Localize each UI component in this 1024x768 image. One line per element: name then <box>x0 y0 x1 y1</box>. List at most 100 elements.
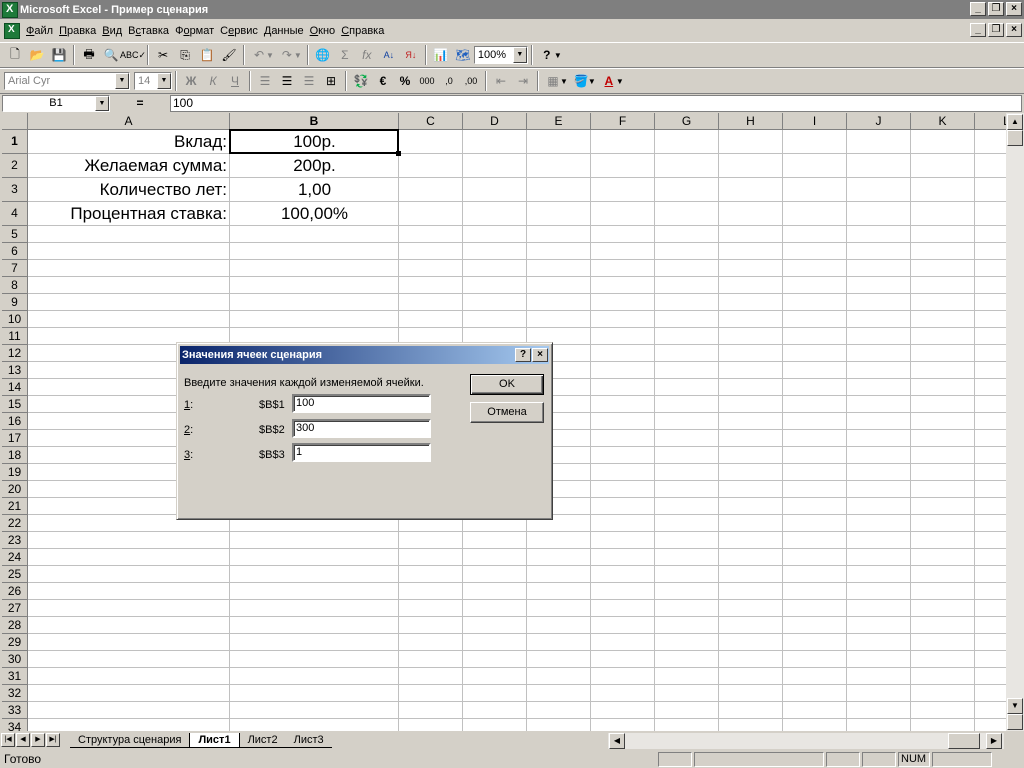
row-header-22[interactable]: 22 <box>2 515 28 532</box>
cell-a4[interactable]: Процентная ставка: <box>28 202 230 226</box>
thousands-icon[interactable]: 000 <box>416 70 438 92</box>
preview-icon[interactable]: 🔍 <box>100 44 122 66</box>
row-header-27[interactable]: 27 <box>2 600 28 617</box>
column-header-e[interactable]: E <box>527 113 591 130</box>
field-3-input[interactable]: 1 <box>292 443 431 462</box>
open-icon[interactable]: 📂 <box>26 44 48 66</box>
sort-desc-icon[interactable]: Я↓ <box>400 44 422 66</box>
cut-icon[interactable]: ✂ <box>152 44 174 66</box>
row-header-4[interactable]: 4 <box>2 202 28 226</box>
prev-sheet-icon[interactable]: ◀ <box>16 733 30 747</box>
paste-icon[interactable]: 📋 <box>196 44 218 66</box>
doc-restore-button[interactable]: ❐ <box>988 23 1004 37</box>
row-header-11[interactable]: 11 <box>2 328 28 345</box>
row-header-10[interactable]: 10 <box>2 311 28 328</box>
row-header-28[interactable]: 28 <box>2 617 28 634</box>
function-icon[interactable]: fx <box>356 44 378 66</box>
align-center-icon[interactable]: ☰ <box>276 70 298 92</box>
row-header-31[interactable]: 31 <box>2 668 28 685</box>
row-header-29[interactable]: 29 <box>2 634 28 651</box>
row-header-12[interactable]: 12 <box>2 345 28 362</box>
column-header-c[interactable]: C <box>399 113 463 130</box>
sort-asc-icon[interactable]: A↓ <box>378 44 400 66</box>
row-header-25[interactable]: 25 <box>2 566 28 583</box>
menu-file[interactable]: Файл <box>26 25 59 37</box>
row-header-34[interactable]: 34 <box>2 719 28 731</box>
map-icon[interactable]: 🗺 <box>452 44 474 66</box>
spell-icon[interactable]: ABC✓ <box>120 44 146 66</box>
tab-sheet3[interactable]: Лист3 <box>285 733 332 748</box>
field-2-input[interactable]: 300 <box>292 419 431 438</box>
row-header-8[interactable]: 8 <box>2 277 28 294</box>
cell-b4[interactable]: 100,00% <box>230 202 399 226</box>
hscroll-thumb[interactable] <box>948 733 980 749</box>
row-header-9[interactable]: 9 <box>2 294 28 311</box>
close-button[interactable]: × <box>1006 2 1022 16</box>
row-header-14[interactable]: 14 <box>2 379 28 396</box>
help-button[interactable]: ? <box>515 348 531 362</box>
row-header-17[interactable]: 17 <box>2 430 28 447</box>
split-handle[interactable] <box>1007 714 1023 730</box>
scroll-left-icon[interactable]: ◀ <box>609 733 625 749</box>
row-header-5[interactable]: 5 <box>2 226 28 243</box>
chevron-down-icon[interactable]: ▼ <box>512 47 527 63</box>
tab-sheet2[interactable]: Лист2 <box>239 733 286 748</box>
decrease-indent-icon[interactable]: ⇤ <box>490 70 512 92</box>
align-right-icon[interactable]: ☰ <box>298 70 320 92</box>
menu-edit[interactable]: Правка <box>59 25 102 37</box>
name-box[interactable]: B1 ▼ <box>2 94 110 112</box>
increase-indent-icon[interactable]: ⇥ <box>512 70 534 92</box>
column-header-g[interactable]: G <box>655 113 719 130</box>
next-sheet-icon[interactable]: ▶ <box>31 733 45 747</box>
column-header-f[interactable]: F <box>591 113 655 130</box>
scroll-up-icon[interactable]: ▲ <box>1007 114 1023 130</box>
increase-decimal-icon[interactable]: ,0 <box>438 70 460 92</box>
hyperlink-icon[interactable]: 🌐 <box>312 44 334 66</box>
euro-icon[interactable]: € <box>372 70 394 92</box>
ok-button[interactable]: OK <box>470 374 544 395</box>
scroll-right-icon[interactable]: ▶ <box>986 733 1002 749</box>
row-header-18[interactable]: 18 <box>2 447 28 464</box>
close-icon[interactable]: × <box>532 348 548 362</box>
cell-b2[interactable]: 200р. <box>230 154 399 178</box>
cell-b3[interactable]: 1,00 <box>230 178 399 202</box>
zoom-select[interactable]: 100% ▼ <box>473 46 528 64</box>
column-header-j[interactable]: J <box>847 113 911 130</box>
row-header-32[interactable]: 32 <box>2 685 28 702</box>
cell-a2[interactable]: Желаемая сумма: <box>28 154 230 178</box>
bold-icon[interactable]: Ж <box>180 70 202 92</box>
row-header-15[interactable]: 15 <box>2 396 28 413</box>
menu-insert[interactable]: Вставка <box>128 25 175 37</box>
italic-icon[interactable]: К <box>202 70 224 92</box>
menu-window[interactable]: Окно <box>310 25 342 37</box>
size-select[interactable]: 14 ▼ <box>134 72 172 90</box>
format-painter-icon[interactable]: 🖌 <box>218 44 240 66</box>
tab-sheet1[interactable]: Лист1 <box>189 732 240 748</box>
row-header-19[interactable]: 19 <box>2 464 28 481</box>
minimize-button[interactable]: _ <box>970 2 986 16</box>
row-header-16[interactable]: 16 <box>2 413 28 430</box>
column-header-h[interactable]: H <box>719 113 783 130</box>
column-header-d[interactable]: D <box>463 113 527 130</box>
excel-app-icon[interactable] <box>2 1 18 18</box>
row-header-3[interactable]: 3 <box>2 178 28 202</box>
decrease-decimal-icon[interactable]: ,00 <box>460 70 482 92</box>
fill-handle[interactable] <box>396 151 401 156</box>
chevron-down-icon[interactable]: ▼ <box>157 73 171 89</box>
row-header-26[interactable]: 26 <box>2 583 28 600</box>
merge-center-icon[interactable]: ⊞ <box>320 70 342 92</box>
row-header-1[interactable]: 1 <box>2 130 28 154</box>
scroll-thumb[interactable] <box>1007 130 1023 146</box>
row-header-13[interactable]: 13 <box>2 362 28 379</box>
restore-button[interactable]: ❐ <box>988 2 1004 16</box>
font-select[interactable]: Arial Cyr ▼ <box>4 72 130 90</box>
vertical-scrollbar[interactable]: ▲ ▼ <box>1006 113 1024 731</box>
menu-help[interactable]: Справка <box>341 25 390 37</box>
workbook-icon[interactable] <box>4 22 20 39</box>
copy-icon[interactable]: ⎘ <box>174 44 196 66</box>
first-sheet-icon[interactable]: |◀ <box>1 733 15 747</box>
row-header-21[interactable]: 21 <box>2 498 28 515</box>
row-header-6[interactable]: 6 <box>2 243 28 260</box>
cell-a3[interactable]: Количество лет: <box>28 178 230 202</box>
last-sheet-icon[interactable]: ▶| <box>46 733 60 747</box>
